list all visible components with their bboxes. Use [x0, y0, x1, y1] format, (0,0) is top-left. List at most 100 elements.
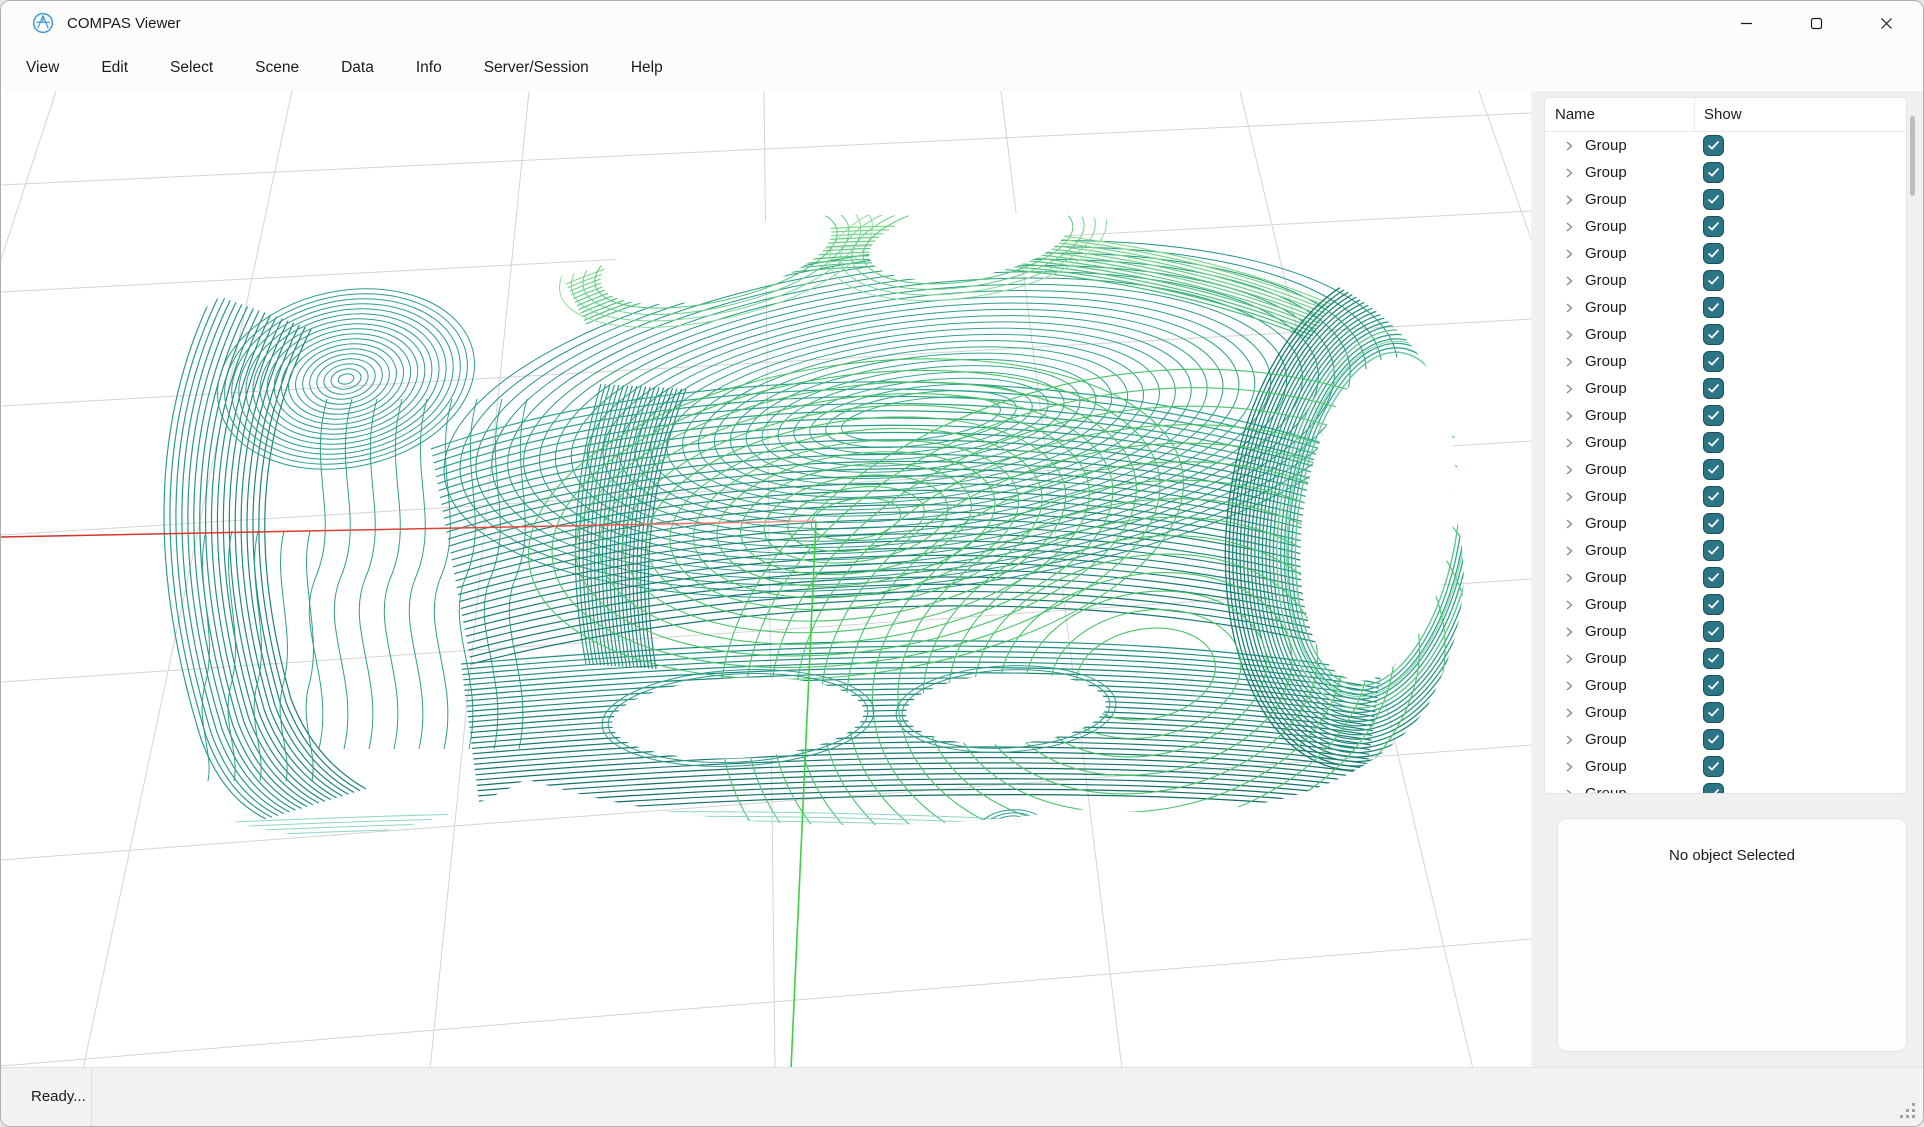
- tree-row[interactable]: Group: [1545, 591, 1906, 618]
- chevron-right-icon[interactable]: [1563, 383, 1575, 395]
- window-controls: [1711, 1, 1921, 45]
- show-checkbox[interactable]: [1703, 513, 1724, 534]
- chevron-right-icon[interactable]: [1563, 545, 1575, 557]
- show-checkbox[interactable]: [1703, 729, 1724, 750]
- show-checkbox[interactable]: [1703, 405, 1724, 426]
- chevron-right-icon[interactable]: [1563, 356, 1575, 368]
- show-checkbox[interactable]: [1703, 459, 1724, 480]
- chevron-right-icon[interactable]: [1563, 302, 1575, 314]
- chevron-right-icon[interactable]: [1563, 788, 1575, 795]
- show-checkbox[interactable]: [1703, 783, 1724, 794]
- tree-scrollbar-thumb[interactable]: [1910, 116, 1915, 196]
- tree-row[interactable]: Group: [1545, 456, 1906, 483]
- chevron-right-icon[interactable]: [1563, 140, 1575, 152]
- tree-row[interactable]: Group: [1545, 132, 1906, 159]
- tree-row[interactable]: Group: [1545, 429, 1906, 456]
- chevron-right-icon[interactable]: [1563, 464, 1575, 476]
- menu-view[interactable]: View: [5, 45, 80, 91]
- maximize-button[interactable]: [1781, 1, 1851, 45]
- tree-row[interactable]: Group: [1545, 510, 1906, 537]
- tree-row-label: Group: [1585, 191, 1627, 208]
- tree-row-show-cell: [1694, 378, 1906, 399]
- check-icon: [1707, 491, 1720, 502]
- chevron-right-icon[interactable]: [1563, 437, 1575, 449]
- tree-row[interactable]: Group: [1545, 726, 1906, 753]
- show-checkbox[interactable]: [1703, 189, 1724, 210]
- tree-row[interactable]: Group: [1545, 780, 1906, 794]
- tree-row[interactable]: Group: [1545, 348, 1906, 375]
- chevron-right-icon[interactable]: [1563, 734, 1575, 746]
- chevron-right-icon[interactable]: [1563, 680, 1575, 692]
- tree-row[interactable]: Group: [1545, 186, 1906, 213]
- menu-info[interactable]: Info: [395, 45, 463, 91]
- chevron-right-icon[interactable]: [1563, 761, 1575, 773]
- chevron-right-icon[interactable]: [1563, 167, 1575, 179]
- tree-row-label: Group: [1585, 434, 1627, 451]
- tree-row-name-cell: Group: [1545, 326, 1694, 343]
- show-checkbox[interactable]: [1703, 243, 1724, 264]
- chevron-right-icon[interactable]: [1563, 248, 1575, 260]
- show-checkbox[interactable]: [1703, 540, 1724, 561]
- show-checkbox[interactable]: [1703, 324, 1724, 345]
- chevron-right-icon[interactable]: [1563, 275, 1575, 287]
- close-button[interactable]: [1851, 1, 1921, 45]
- show-checkbox[interactable]: [1703, 432, 1724, 453]
- minimize-button[interactable]: [1711, 1, 1781, 45]
- menu-help[interactable]: Help: [610, 45, 684, 91]
- tree-row-name-cell: Group: [1545, 569, 1694, 586]
- show-checkbox[interactable]: [1703, 594, 1724, 615]
- tree-row[interactable]: Group: [1545, 537, 1906, 564]
- show-checkbox[interactable]: [1703, 297, 1724, 318]
- tree-row[interactable]: Group: [1545, 402, 1906, 429]
- viewport-3d[interactable]: [1, 91, 1531, 1069]
- show-checkbox[interactable]: [1703, 621, 1724, 642]
- tree-row[interactable]: Group: [1545, 618, 1906, 645]
- tree-row[interactable]: Group: [1545, 645, 1906, 672]
- menu-data[interactable]: Data: [320, 45, 395, 91]
- tree-row[interactable]: Group: [1545, 294, 1906, 321]
- tree-row[interactable]: Group: [1545, 321, 1906, 348]
- chevron-right-icon[interactable]: [1563, 653, 1575, 665]
- chevron-right-icon[interactable]: [1563, 329, 1575, 341]
- menu-select[interactable]: Select: [149, 45, 234, 91]
- show-checkbox[interactable]: [1703, 648, 1724, 669]
- tree-row[interactable]: Group: [1545, 240, 1906, 267]
- show-checkbox[interactable]: [1703, 378, 1724, 399]
- tree-row[interactable]: Group: [1545, 267, 1906, 294]
- show-checkbox[interactable]: [1703, 162, 1724, 183]
- chevron-right-icon[interactable]: [1563, 518, 1575, 530]
- chevron-right-icon[interactable]: [1563, 599, 1575, 611]
- show-checkbox[interactable]: [1703, 756, 1724, 777]
- chevron-right-icon[interactable]: [1563, 626, 1575, 638]
- show-checkbox[interactable]: [1703, 486, 1724, 507]
- show-checkbox[interactable]: [1703, 270, 1724, 291]
- show-checkbox[interactable]: [1703, 567, 1724, 588]
- show-checkbox[interactable]: [1703, 351, 1724, 372]
- object-details-panel: No object Selected: [1557, 818, 1907, 1052]
- tree-row[interactable]: Group: [1545, 699, 1906, 726]
- scene-canvas[interactable]: [1, 91, 1531, 1069]
- tree-row[interactable]: Group: [1545, 672, 1906, 699]
- tree-row[interactable]: Group: [1545, 483, 1906, 510]
- tree-row[interactable]: Group: [1545, 753, 1906, 780]
- chevron-right-icon[interactable]: [1563, 707, 1575, 719]
- chevron-right-icon[interactable]: [1563, 491, 1575, 503]
- show-checkbox[interactable]: [1703, 702, 1724, 723]
- tree-row[interactable]: Group: [1545, 213, 1906, 240]
- tree-row-name-cell: Group: [1545, 299, 1694, 316]
- show-checkbox[interactable]: [1703, 675, 1724, 696]
- chevron-right-icon[interactable]: [1563, 410, 1575, 422]
- chevron-right-icon[interactable]: [1563, 221, 1575, 233]
- show-checkbox[interactable]: [1703, 216, 1724, 237]
- resize-grip[interactable]: [1899, 1102, 1917, 1120]
- tree-row[interactable]: Group: [1545, 564, 1906, 591]
- chevron-right-icon[interactable]: [1563, 194, 1575, 206]
- menu-server-session[interactable]: Server/Session: [463, 45, 610, 91]
- check-icon: [1707, 275, 1720, 286]
- menu-edit[interactable]: Edit: [80, 45, 149, 91]
- chevron-right-icon[interactable]: [1563, 572, 1575, 584]
- show-checkbox[interactable]: [1703, 135, 1724, 156]
- tree-row[interactable]: Group: [1545, 375, 1906, 402]
- tree-row[interactable]: Group: [1545, 159, 1906, 186]
- menu-scene[interactable]: Scene: [234, 45, 320, 91]
